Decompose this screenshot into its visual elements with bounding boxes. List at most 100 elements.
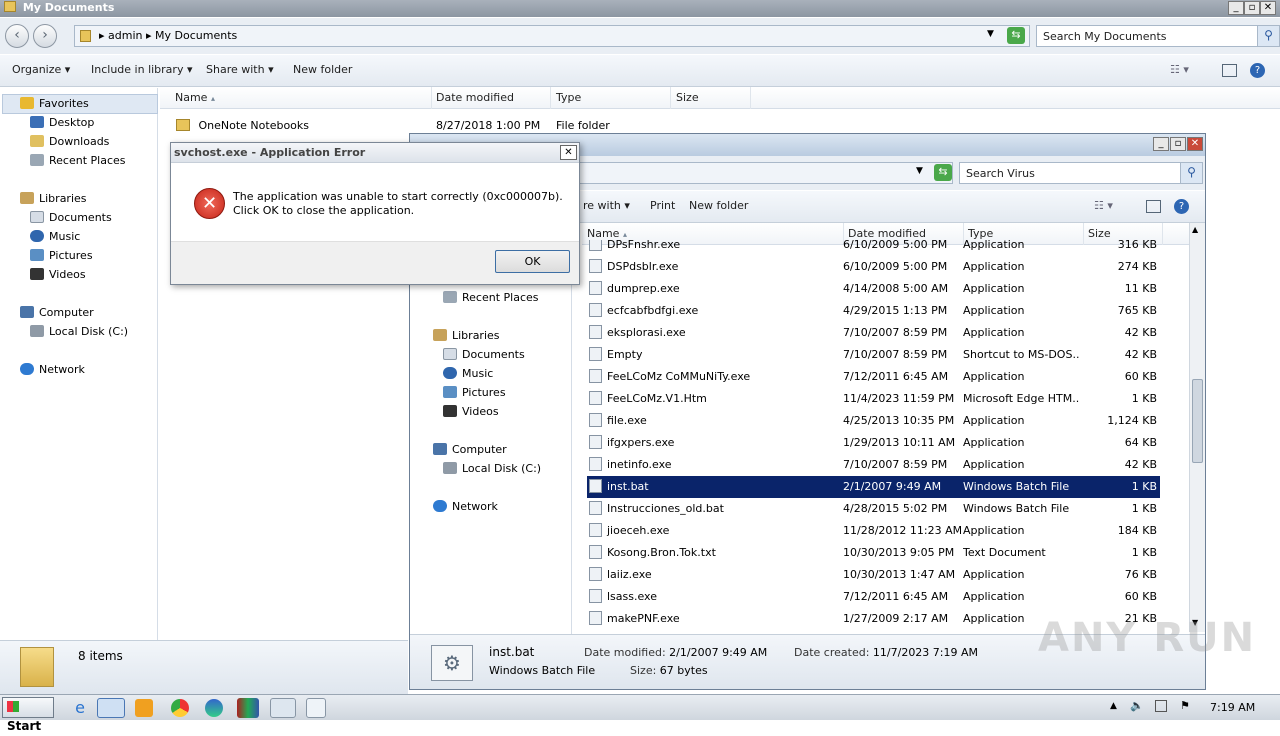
column-name[interactable]: Name ▴ xyxy=(170,87,432,109)
address-dropdown-icon[interactable]: ▼ xyxy=(916,166,923,176)
nav-libraries[interactable]: Libraries xyxy=(433,327,500,345)
nav-videos[interactable]: Videos xyxy=(30,266,86,284)
navigation-pane: Favorites Desktop Downloads Recent Place… xyxy=(0,88,158,640)
search-icon[interactable]: ⚲ xyxy=(1257,26,1279,46)
table-row[interactable]: Kosong.Bron.Tok.txt 10/30/2013 9:05 PM Tex… xyxy=(587,542,1160,564)
nav-desktop[interactable]: Desktop xyxy=(30,114,94,132)
search-input[interactable]: Search Virus ⚲ xyxy=(959,162,1203,184)
nav-documents[interactable]: Documents xyxy=(30,209,112,227)
breadcrumb-admin[interactable]: admin xyxy=(108,29,142,42)
nav-recent-places[interactable]: Recent Places xyxy=(443,289,539,307)
refresh-icon[interactable]: ⇆ xyxy=(1007,27,1025,44)
nav-computer[interactable]: Computer xyxy=(20,304,94,322)
file-size: 42 KB xyxy=(1124,348,1157,361)
table-row[interactable]: ecfcabfbdfgi.exe 4/29/2015 1:13 PM Applica… xyxy=(587,300,1160,322)
explorer-taskbar-icon[interactable] xyxy=(97,698,125,718)
nav-downloads[interactable]: Downloads xyxy=(30,133,109,151)
table-row[interactable]: inetinfo.exe 7/10/2007 8:59 PM Application… xyxy=(587,454,1160,476)
table-row[interactable]: dumprep.exe 4/14/2008 5:00 AM Application 1… xyxy=(587,278,1160,300)
nav-music[interactable]: Music xyxy=(443,365,493,383)
close-button[interactable]: ✕ xyxy=(1187,137,1203,151)
network-tray-icon[interactable] xyxy=(1155,700,1167,712)
column-type[interactable]: Type xyxy=(551,87,671,109)
table-row[interactable]: file.exe 4/25/2013 10:35 PM Application 1,1… xyxy=(587,410,1160,432)
nav-favorites[interactable]: Favorites xyxy=(20,95,89,113)
start-button[interactable]: Start xyxy=(2,697,54,733)
nav-libraries[interactable]: Libraries xyxy=(20,190,87,208)
minimize-button[interactable]: _ xyxy=(1228,1,1244,15)
organize-button[interactable]: Organize ▾ xyxy=(12,63,70,76)
nav-network[interactable]: Network xyxy=(433,498,498,516)
minimize-button[interactable]: _ xyxy=(1153,137,1169,151)
forward-button[interactable]: › xyxy=(33,24,57,48)
preview-pane-icon[interactable] xyxy=(1146,200,1161,213)
volume-icon[interactable]: 🔈 xyxy=(1130,699,1144,712)
vertical-scrollbar[interactable]: ▲ ▼ xyxy=(1189,223,1205,632)
file-icon xyxy=(589,501,602,515)
view-options-icon[interactable]: ☷ ▾ xyxy=(1170,63,1189,76)
nav-network[interactable]: Network xyxy=(20,361,85,379)
table-row[interactable]: ifgxpers.exe 1/29/2013 10:11 AM Applicatio… xyxy=(587,432,1160,454)
breadcrumb-my-documents[interactable]: My Documents xyxy=(155,29,237,42)
ok-button[interactable]: OK xyxy=(495,250,570,273)
nav-documents[interactable]: Documents xyxy=(443,346,525,364)
help-icon[interactable]: ? xyxy=(1174,199,1189,214)
maximize-button[interactable]: ▫ xyxy=(1170,137,1186,151)
address-bar[interactable]: ▼ ⇆ xyxy=(575,162,953,184)
back-button[interactable]: ‹ xyxy=(5,24,29,48)
nav-computer[interactable]: Computer xyxy=(433,441,507,459)
nav-videos[interactable]: Videos xyxy=(443,403,499,421)
search-input[interactable]: Search My Documents ⚲ xyxy=(1036,25,1280,47)
column-size[interactable]: Size xyxy=(671,87,751,109)
column-date-modified[interactable]: Date modified xyxy=(431,87,551,109)
new-folder-button[interactable]: New folder xyxy=(689,199,748,212)
scroll-thumb[interactable] xyxy=(1192,379,1203,463)
nav-local-disk[interactable]: Local Disk (C:) xyxy=(30,323,128,341)
table-row[interactable]: laiiz.exe 10/30/2013 1:47 AM Application 76… xyxy=(587,564,1160,586)
nav-local-disk[interactable]: Local Disk (C:) xyxy=(443,460,541,478)
share-with-button[interactable]: re with ▾ xyxy=(583,199,630,212)
dialog-title-bar[interactable]: svchost.exe - Application Error ✕ xyxy=(171,143,579,163)
table-row[interactable]: lsass.exe 7/12/2011 6:45 AM Application 60 … xyxy=(587,586,1160,608)
preview-pane-icon[interactable] xyxy=(1222,64,1237,77)
help-icon[interactable]: ? xyxy=(1250,63,1265,78)
scroll-up-arrow[interactable]: ▲ xyxy=(1192,225,1198,234)
maximize-button[interactable]: ▫ xyxy=(1244,1,1260,15)
table-row[interactable]: eksplorasi.exe 7/10/2007 8:59 PM Applicati… xyxy=(587,322,1160,344)
address-dropdown-icon[interactable]: ▼ xyxy=(987,29,994,39)
edge-icon[interactable] xyxy=(205,699,223,717)
table-row[interactable]: FeeLCoMz.V1.Htm 11/4/2023 11:59 PM Microso… xyxy=(587,388,1160,410)
address-bar[interactable]: ▸ admin ▸ My Documents ▼ ⇆ xyxy=(74,25,1030,47)
winrar-icon[interactable] xyxy=(237,698,259,718)
chrome-icon[interactable] xyxy=(171,699,189,717)
clock[interactable]: 7:19 AM xyxy=(1210,701,1255,714)
refresh-icon[interactable]: ⇆ xyxy=(934,164,952,181)
table-row[interactable]: inst.bat 2/1/2007 9:49 AM Windows Batch Fi… xyxy=(587,476,1160,498)
nav-music[interactable]: Music xyxy=(30,228,80,246)
dialog-close-button[interactable]: ✕ xyxy=(560,145,577,160)
close-button[interactable]: ✕ xyxy=(1260,1,1276,15)
action-center-icon[interactable]: ⚑ xyxy=(1180,699,1190,712)
notepad-icon[interactable] xyxy=(306,698,326,718)
share-with-button[interactable]: Share with ▾ xyxy=(206,63,274,76)
new-folder-button[interactable]: New folder xyxy=(293,63,352,76)
table-row[interactable]: jioeceh.exe 11/28/2012 11:23 AM Applicatio… xyxy=(587,520,1160,542)
include-in-library-button[interactable]: Include in library ▾ xyxy=(91,63,192,76)
nav-pictures[interactable]: Pictures xyxy=(30,247,93,265)
media-player-icon[interactable] xyxy=(135,699,153,717)
search-icon[interactable]: ⚲ xyxy=(1180,163,1202,183)
nav-recent-places[interactable]: Recent Places xyxy=(30,152,126,170)
tray-expand-icon[interactable]: ▲ xyxy=(1110,701,1117,711)
app-window-icon[interactable] xyxy=(270,698,296,718)
table-row[interactable]: DPsFnshr.exe 6/10/2009 5:00 PM Application… xyxy=(587,240,1160,256)
view-options-icon[interactable]: ☷ ▾ xyxy=(1094,199,1113,212)
table-row[interactable]: Instrucciones_old.bat 4/28/2015 5:02 PM Wi… xyxy=(587,498,1160,520)
nav-pictures[interactable]: Pictures xyxy=(443,384,506,402)
internet-explorer-icon[interactable]: e xyxy=(69,698,91,718)
print-button[interactable]: Print xyxy=(650,199,675,212)
table-row[interactable]: Empty 7/10/2007 8:59 PM Shortcut to MS-DOS… xyxy=(587,344,1160,366)
table-row[interactable]: DSPdsblr.exe 6/10/2009 5:00 PM Application… xyxy=(587,256,1160,278)
table-row[interactable]: FeeLCoMz CoMMuNiTy.exe 7/12/2011 6:45 AM A… xyxy=(587,366,1160,388)
title-bar[interactable]: My Documents xyxy=(0,0,1280,17)
item-count: 8 items xyxy=(78,649,123,663)
